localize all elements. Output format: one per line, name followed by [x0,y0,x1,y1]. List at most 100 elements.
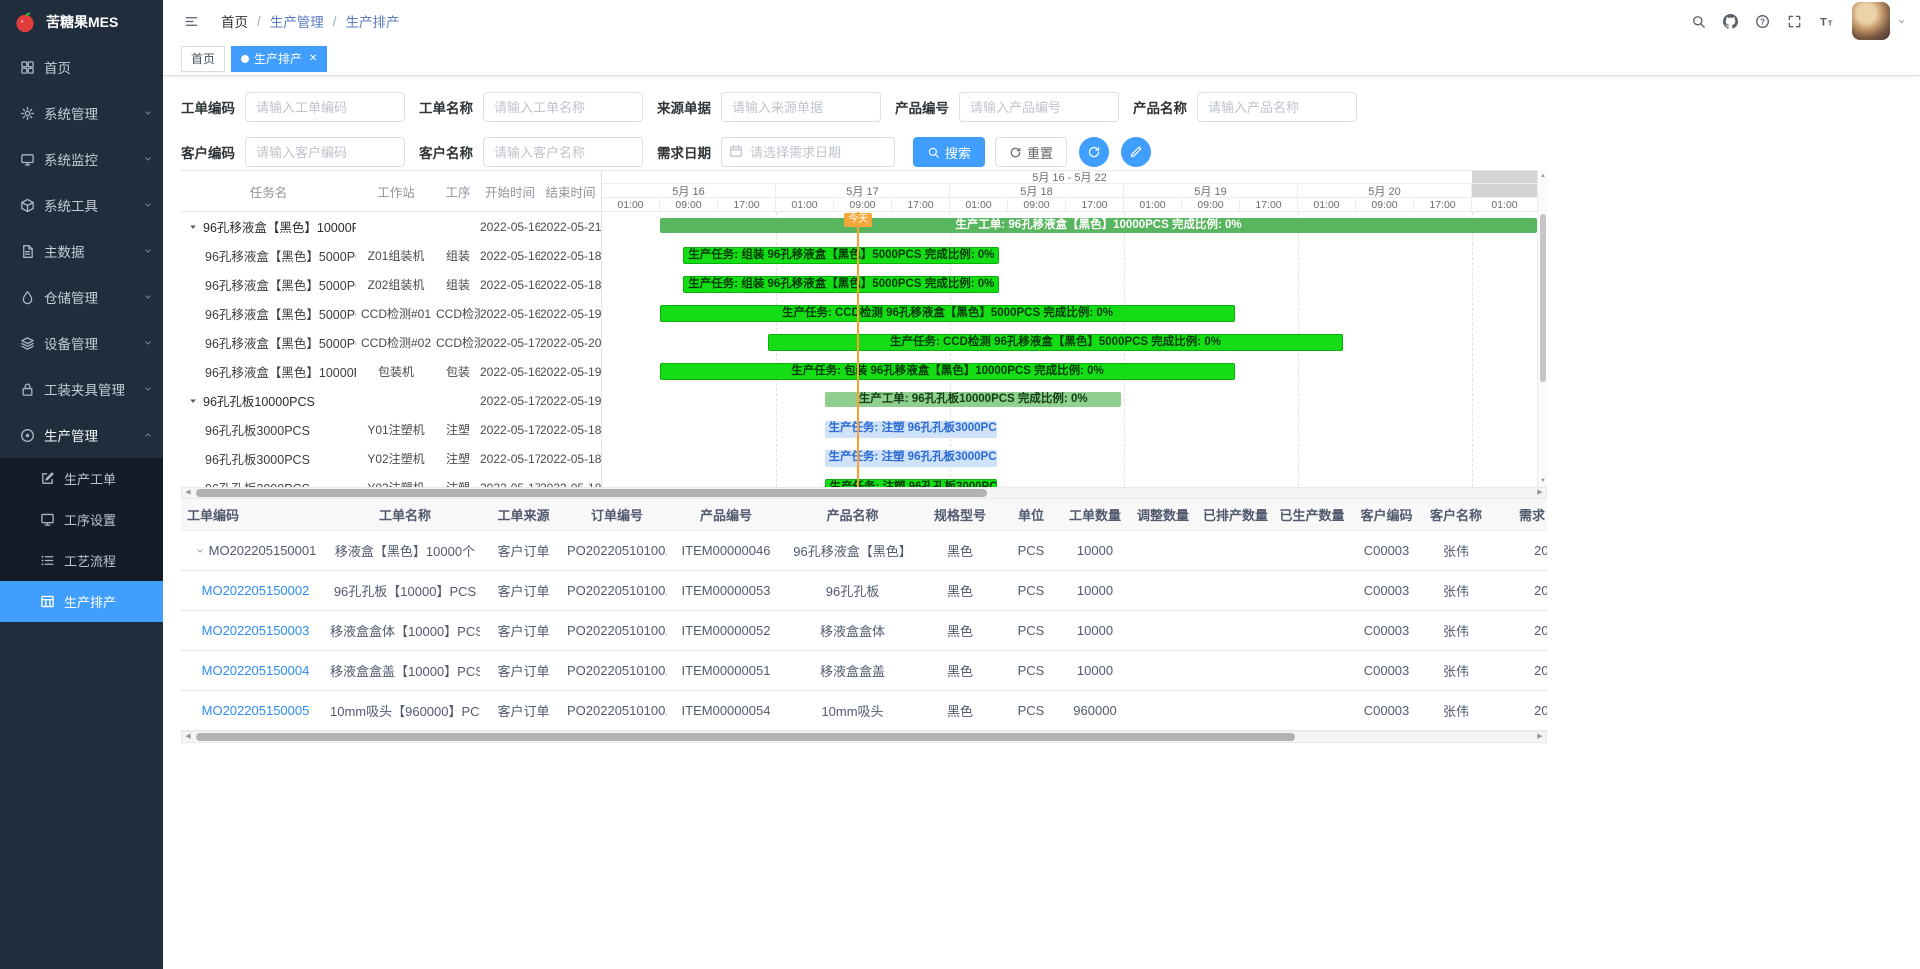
task-name: 96孔移液盒【黑色】5000PCS [181,304,356,323]
tab-2[interactable]: 生产排产✕ [231,46,327,72]
collapse-icon[interactable] [188,222,198,232]
scroll-left-arrow[interactable]: ◀ [182,732,194,742]
sidebar-item-production-scheduling[interactable]: 生产排产 [0,581,163,622]
customer-name-input[interactable] [483,137,643,167]
work-order-name-input[interactable] [483,92,643,122]
gantt-bar[interactable]: 生产工单: 96孔移液盒【黑色】10000PCS 完成比例: 0% [660,218,1537,233]
order-code-link[interactable]: MO202205150003 [202,623,310,638]
edit-circle-button[interactable] [1121,137,1151,167]
scroll-up-arrow[interactable]: ▲ [1538,171,1548,181]
sidebar-item-system-management[interactable]: 系统管理 [0,90,163,136]
scrollbar-thumb[interactable] [1540,214,1546,382]
customer-code-input[interactable] [245,137,405,167]
expand-row-icon[interactable] [195,546,205,556]
tab-1[interactable]: 首页 [181,46,225,72]
task-start: 2022-05-16 [480,307,540,321]
filter-label: 客户名称 [419,142,473,162]
task-start: 2022-05-17 [480,394,540,408]
scroll-left-arrow[interactable]: ◀ [182,488,194,498]
order-code-link[interactable]: MO202205150002 [202,583,310,598]
app-logo-icon [12,9,38,35]
breadcrumb: 首页/生产管理/生产排产 [221,11,400,31]
collapse-icon[interactable] [188,396,198,406]
sidebar-item-master-data[interactable]: 主数据 [0,228,163,274]
task-process: 组装 [436,247,480,264]
gantt-bar[interactable]: 生产工单: 96孔孔板10000PCS 完成比例: 0% [825,392,1120,407]
gantt-bar[interactable]: 生产任务: 注塑 96孔孔板3000PCS 完成比例: 0% [825,479,997,487]
sidebar-item-production-management[interactable]: 生产管理 [0,412,163,458]
filter-label: 需求日期 [657,142,711,162]
gantt-bar[interactable]: 生产任务: 包装 96孔移液盒【黑色】10000PCS 完成比例: 0% [660,363,1235,380]
work-order-code-input[interactable] [245,92,405,122]
task-workstation: Y03注塑机 [356,479,436,487]
gantt-bar[interactable]: 生产任务: 组装 96孔移液盒【黑色】5000PCS 完成比例: 0% [683,247,999,264]
gantt-bar[interactable]: 生产任务: CCD检测 96孔移液盒【黑色】5000PCS 完成比例: 0% [660,305,1235,322]
demand-date-input[interactable] [721,137,895,167]
task-process: 包装 [436,363,480,380]
gantt-chart-body: 今天生产工单: 96孔移液盒【黑色】10000PCS 完成比例: 0%生产任务:… [602,212,1537,487]
gear-icon [20,106,35,121]
order-cell: 黑色 [920,621,1000,640]
timeline-hour: 01:00 [950,198,1008,212]
gantt-bar[interactable]: 生产任务: 注塑 96孔孔板3000PCS 完成比例: 0% [825,421,997,438]
task-start: 2022-05-17 [480,452,540,466]
task-end: 2022-05-19 [540,394,601,408]
avatar[interactable] [1852,2,1890,40]
reset-button[interactable]: 重置 [995,137,1067,167]
timeline-hour: 09:00 [660,198,718,212]
calendar-icon [729,144,743,158]
scrollbar-track [194,488,1534,498]
source-document-input[interactable] [721,92,881,122]
help-icon[interactable]: ? [1748,7,1776,35]
sidebar-toggle-icon[interactable] [177,7,205,35]
scrollbar-thumb[interactable] [196,733,1295,741]
fullscreen-icon[interactable] [1780,7,1808,35]
gantt-bar[interactable]: 生产任务: 注塑 96孔孔板3000PCS 完成比例: 0% [825,450,997,467]
sidebar-item-label: 主数据 [44,241,85,261]
scroll-down-arrow[interactable]: ▼ [1538,476,1548,486]
breadcrumb-item[interactable]: 生产排产 [346,11,400,31]
product-name-input[interactable] [1197,92,1357,122]
gantt-task-row: 96孔移液盒【黑色】10000PCS包装机包装2022-05-162022-05… [181,357,601,386]
order-cell: 10mm吸头【960000】PCS [330,701,480,720]
font-size-icon[interactable]: TT [1812,7,1840,35]
search-button[interactable]: 搜索 [913,137,985,167]
order-cell: PO202205101001 [567,703,667,718]
order-cell: 客户订单 [480,581,567,600]
scroll-right-arrow[interactable]: ▶ [1534,732,1546,742]
sidebar-item-label: 系统监控 [44,149,98,169]
sidebar-item-process-flow[interactable]: 工艺流程 [0,540,163,581]
order-code-link[interactable]: MO202205150005 [202,703,310,718]
sidebar-item-system-tools[interactable]: 系统工具 [0,182,163,228]
sidebar-item-warehouse-management[interactable]: 仓储管理 [0,274,163,320]
scroll-right-arrow[interactable]: ▶ [1534,488,1546,498]
product-code-input[interactable] [959,92,1119,122]
refresh-circle-button[interactable] [1079,137,1109,167]
sidebar-item-system-monitor[interactable]: 系统监控 [0,136,163,182]
order-cell: PCS [1000,663,1062,678]
task-end: 2022-05-21 [540,220,601,234]
sidebar-item-equipment-management[interactable]: 设备管理 [0,320,163,366]
sidebar-item-process-settings[interactable]: 工序设置 [0,499,163,540]
breadcrumb-item[interactable]: 首页 [221,11,248,31]
sidebar-item-fixture-management[interactable]: 工装夹具管理 [0,366,163,412]
sidebar-item-production-order[interactable]: 生产工单 [0,458,163,499]
order-cell: 10000 [1062,623,1128,638]
task-start: 2022-05-16 [480,220,540,234]
gantt-bar[interactable]: 生产任务: CCD检测 96孔移液盒【黑色】5000PCS 完成比例: 0% [768,334,1342,351]
gantt-bar[interactable]: 生产任务: 组装 96孔移液盒【黑色】5000PCS 完成比例: 0% [683,276,999,293]
timeline-hour: 09:00 [1182,198,1240,212]
timeline-hour: 01:00 [1124,198,1182,212]
sidebar-item-home[interactable]: 首页 [0,44,163,90]
chevron-down-icon[interactable] [1897,17,1906,26]
flow-icon [40,553,55,568]
order-cell: 96孔孔板【10000】PCS [330,581,480,600]
github-icon[interactable] [1716,7,1744,35]
scrollbar-thumb[interactable] [196,489,987,497]
order-code-link[interactable]: MO202205150001 [209,543,317,558]
breadcrumb-item[interactable]: 生产管理 [270,11,324,31]
close-icon[interactable]: ✕ [309,53,317,64]
search-icon[interactable] [1684,7,1712,35]
order-code-link[interactable]: MO202205150004 [202,663,310,678]
pencil-icon [1129,145,1143,159]
